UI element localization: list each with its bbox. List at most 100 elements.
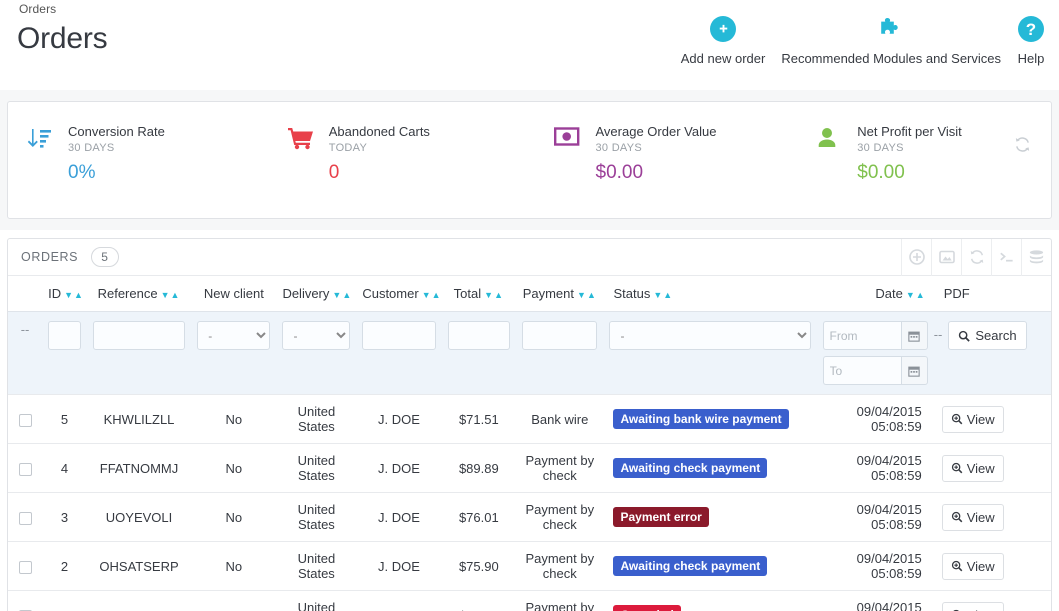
view-button[interactable]: View	[942, 504, 1004, 531]
table-row[interactable]: 3 UOYEVOLI No United States J. DOE $76.0…	[8, 493, 1051, 542]
filter-date-to	[823, 356, 928, 385]
row-payment: Payment by check	[516, 542, 603, 591]
row-checkbox[interactable]	[19, 561, 32, 574]
row-id: 5	[42, 395, 87, 444]
row-status-cell: Payment error	[603, 493, 816, 542]
row-checkbox[interactable]	[19, 463, 32, 476]
export-image-icon[interactable]	[931, 239, 961, 276]
row-pdf-cell: View	[934, 444, 1051, 493]
filter-customer-input[interactable]	[362, 321, 435, 350]
filter-date-from-input[interactable]	[823, 321, 901, 350]
kpi-panel: Conversion Rate 30 DAYS 0% Abandoned Car…	[7, 101, 1052, 219]
row-checkbox[interactable]	[19, 512, 32, 525]
sort-icons[interactable]	[577, 290, 597, 300]
row-date-cell: 09/04/2015 05:08:59	[817, 444, 934, 493]
sort-icons[interactable]	[906, 290, 926, 300]
sort-icons[interactable]	[332, 290, 352, 300]
row-delivery: United States	[276, 395, 356, 444]
filter-date-from	[823, 321, 928, 350]
row-date-cell: 09/04/2015 05:08:59	[817, 591, 934, 611]
filter-id-input[interactable]	[48, 321, 81, 350]
kpi-value: $0.00	[596, 163, 717, 183]
page-title: Orders	[17, 22, 108, 56]
row-pdf-cell: View	[934, 493, 1051, 542]
col-reference[interactable]: Reference	[87, 276, 191, 312]
view-button[interactable]: View	[942, 602, 1004, 611]
sort-icons[interactable]	[484, 290, 504, 300]
row-reference: FFATNOMMJ	[87, 444, 191, 493]
help-button[interactable]: ? Help	[1009, 14, 1059, 66]
refresh-icon[interactable]	[1014, 136, 1031, 153]
sort-icons[interactable]	[653, 290, 673, 300]
col-payment-label: Payment	[523, 286, 574, 301]
view-button-label: View	[967, 608, 995, 611]
search-button[interactable]: Search	[948, 321, 1026, 350]
search-button-label: Search	[975, 328, 1016, 343]
row-payment: Bank wire	[516, 395, 603, 444]
filter-status-select[interactable]: -	[609, 321, 810, 350]
view-button[interactable]: View	[942, 455, 1004, 482]
view-button-label: View	[967, 412, 995, 427]
status-badge: Payment error	[613, 507, 708, 527]
sort-icons[interactable]	[161, 290, 181, 300]
row-time: 05:08:59	[823, 517, 928, 532]
row-select-cell	[8, 395, 42, 444]
add-icon[interactable]	[901, 239, 931, 276]
filter-payment-input[interactable]	[522, 321, 597, 350]
calendar-icon[interactable]	[901, 356, 928, 385]
kpi-name: Conversion Rate	[68, 124, 165, 139]
filter-delivery-select[interactable]: -	[282, 321, 350, 350]
table-row[interactable]: 2 OHSATSERP No United States J. DOE $75.…	[8, 542, 1051, 591]
col-total[interactable]: Total	[442, 276, 517, 312]
kpi-period: 30 DAYS	[68, 142, 165, 154]
sort-icons[interactable]	[64, 290, 84, 300]
terminal-icon[interactable]	[991, 239, 1021, 276]
plus-circle-icon	[710, 14, 736, 44]
col-customer[interactable]: Customer	[356, 276, 441, 312]
col-payment[interactable]: Payment	[516, 276, 603, 312]
row-total: $71.51	[442, 395, 517, 444]
filter-total-input[interactable]	[448, 321, 511, 350]
add-new-order-button[interactable]: Add new order	[673, 14, 774, 66]
orders-panel-title-group: ORDERS 5	[21, 247, 119, 267]
view-button[interactable]: View	[942, 406, 1004, 433]
col-id[interactable]: ID	[42, 276, 87, 312]
row-payment: Payment by check	[516, 493, 603, 542]
refresh-icon[interactable]	[961, 239, 991, 276]
col-date[interactable]: Date	[817, 276, 934, 312]
col-pdf-label: PDF	[944, 286, 970, 301]
col-status[interactable]: Status	[603, 276, 816, 312]
row-payment: Payment by check	[516, 444, 603, 493]
filter-date-cell	[817, 312, 934, 395]
table-row[interactable]: 4 FFATNOMMJ No United States J. DOE $89.…	[8, 444, 1051, 493]
kpi-period: 30 DAYS	[596, 142, 717, 154]
calendar-icon[interactable]	[901, 321, 928, 350]
filter-new-client-cell: -	[191, 312, 276, 395]
view-button-label: View	[967, 559, 995, 574]
filter-reference-input[interactable]	[93, 321, 185, 350]
zoom-in-icon	[951, 413, 963, 425]
col-delivery[interactable]: Delivery	[276, 276, 356, 312]
row-checkbox[interactable]	[19, 414, 32, 427]
view-button[interactable]: View	[942, 553, 1004, 580]
row-time: 05:08:59	[823, 419, 928, 434]
status-badge: Canceled	[613, 605, 680, 611]
puzzle-piece-icon	[877, 14, 906, 44]
col-date-label: Date	[875, 286, 902, 301]
col-pdf: PDF	[934, 276, 1051, 312]
row-delivery: United States	[276, 444, 356, 493]
row-new-client: Yes	[191, 591, 276, 611]
search-icon	[958, 330, 970, 342]
database-icon[interactable]	[1021, 239, 1051, 276]
row-time: 05:08:59	[823, 468, 928, 483]
status-badge: Awaiting check payment	[613, 458, 767, 478]
user-icon	[815, 124, 857, 150]
sort-icons[interactable]	[422, 290, 442, 300]
recommended-modules-button[interactable]: Recommended Modules and Services	[773, 14, 1009, 66]
filter-new-client-select[interactable]: -	[197, 321, 270, 350]
table-row[interactable]: 5 KHWLILZLL No United States J. DOE $71.…	[8, 395, 1051, 444]
table-row[interactable]: 1 XKBKNABJK Yes United States J. DOE $55…	[8, 591, 1051, 611]
kpi-name: Average Order Value	[596, 124, 717, 139]
filter-date-to-input[interactable]	[823, 356, 901, 385]
orders-table-head: ID Reference New client Delivery Custome…	[8, 276, 1051, 312]
